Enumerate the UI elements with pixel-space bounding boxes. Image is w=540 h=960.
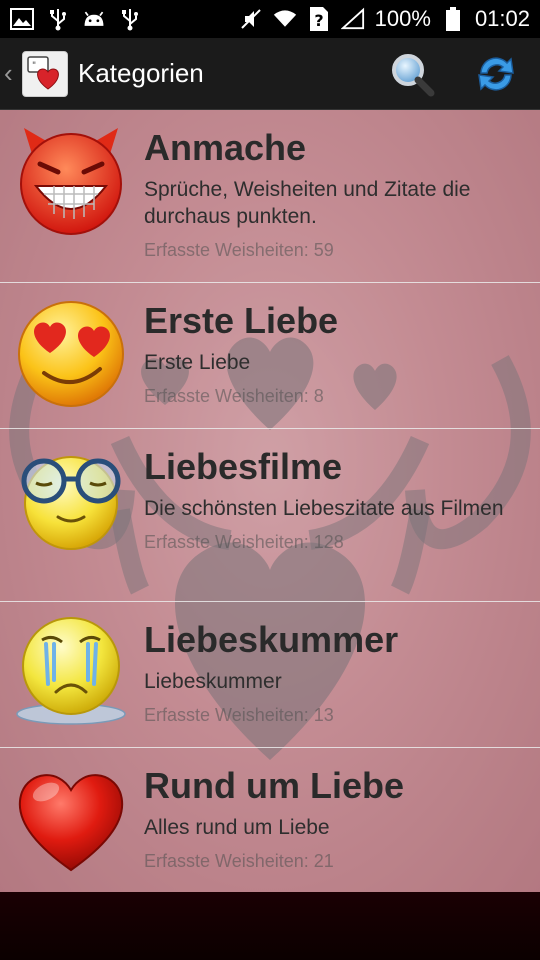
android-icon [82, 7, 106, 31]
crying-smiley-icon [16, 617, 126, 725]
list-item[interactable]: Anmache Sprüche, Weisheiten und Zitate d… [0, 110, 540, 283]
item-description: Sprüche, Weisheiten und Zitate die durch… [144, 178, 471, 228]
list-item[interactable]: Erste Liebe Erste Liebe Erfasste Weishei… [0, 283, 540, 429]
usb-icon [118, 7, 142, 31]
item-count: Erfasste Weisheiten: 21 [144, 851, 334, 871]
item-description: Liebeskummer [144, 670, 282, 693]
devil-grin-icon [20, 128, 122, 235]
search-button[interactable] [388, 50, 436, 98]
refresh-button[interactable] [472, 50, 520, 98]
battery-icon [441, 7, 465, 31]
item-description: Die schönsten Liebeszitate aus Filmen [144, 497, 504, 520]
up-caret-icon[interactable]: ‹ [4, 58, 16, 89]
item-title: Erste Liebe [144, 300, 339, 341]
list-item[interactable]: Liebeskummer Liebeskummer Erfasste Weish… [0, 602, 540, 748]
item-count: Erfasste Weisheiten: 8 [144, 386, 324, 406]
list-item[interactable]: Rund um Liebe Alles rund um Liebe Erfass… [0, 748, 540, 892]
category-list-area: Anmache Sprüche, Weisheiten und Zitate d… [0, 110, 540, 892]
item-title: Rund um Liebe [144, 765, 404, 806]
item-count: Erfasste Weisheiten: 59 [144, 240, 334, 260]
image-icon [10, 7, 34, 31]
clock: 01:02 [474, 6, 530, 31]
refresh-icon [478, 56, 514, 91]
glasses-smiley-icon [21, 456, 121, 550]
list-item[interactable]: Liebesfilme Die schönsten Liebeszitate a… [0, 429, 540, 602]
svg-text:": " [32, 61, 36, 71]
heart-eyes-icon [18, 301, 124, 407]
item-title: Anmache [144, 127, 307, 168]
app-icon[interactable]: " [22, 50, 68, 97]
search-icon [392, 53, 435, 96]
page-title: Kategorien [78, 58, 204, 88]
item-count: Erfasste Weisheiten: 13 [144, 705, 334, 725]
mute-icon [239, 7, 263, 31]
item-description: Alles rund um Liebe [144, 816, 330, 839]
signal-icon [340, 7, 365, 31]
red-heart-icon [18, 774, 124, 872]
item-description: Erste Liebe [144, 351, 251, 374]
bottom-bar [0, 892, 540, 960]
battery-percent: 100% [374, 6, 431, 31]
sim-unknown-icon: ? [307, 7, 331, 31]
category-list: Anmache Sprüche, Weisheiten und Zitate d… [0, 110, 540, 892]
item-title: Liebeskummer [144, 619, 399, 660]
item-count: Erfasste Weisheiten: 128 [144, 532, 344, 552]
svg-text:?: ? [314, 11, 323, 30]
action-bar: ‹ " Kategorien [0, 38, 540, 110]
wifi-icon [273, 7, 297, 31]
status-bar: ? 100% 01:02 [0, 0, 540, 38]
item-title: Liebesfilme [144, 446, 343, 487]
usb-icon [46, 7, 70, 31]
